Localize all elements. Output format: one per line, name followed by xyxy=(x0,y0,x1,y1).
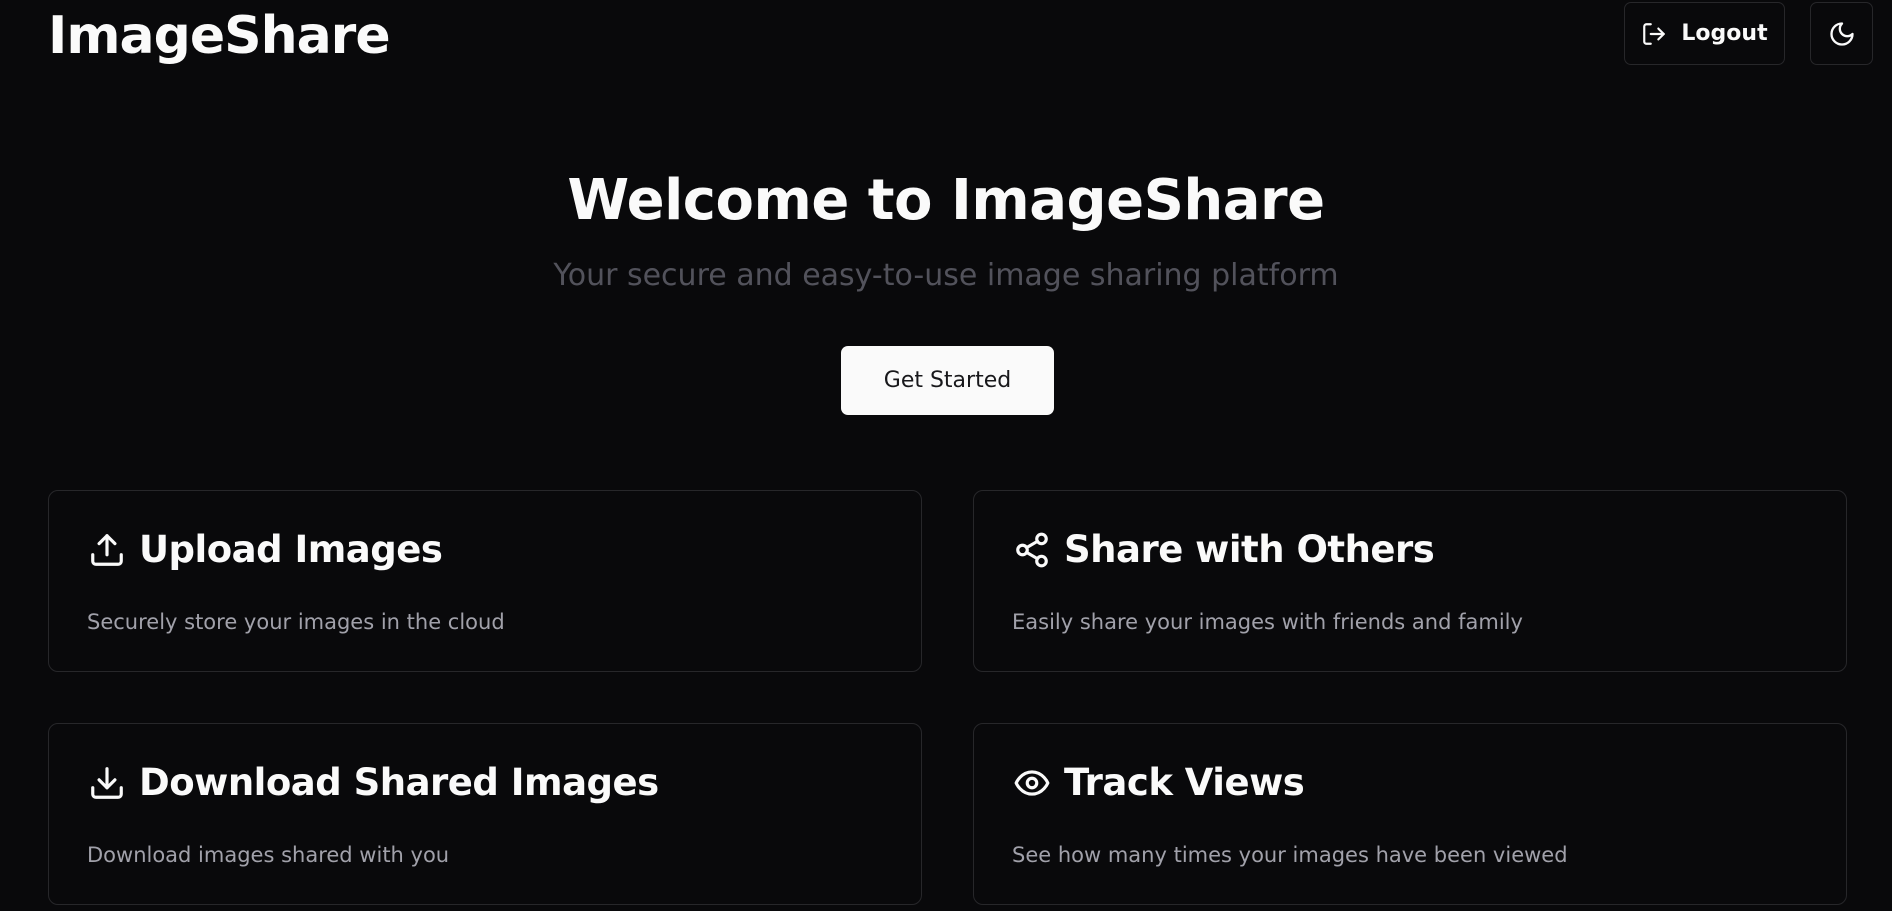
feature-card-download: Download Shared Images Download images s… xyxy=(48,723,922,905)
feature-card-header: Track Views xyxy=(1012,760,1305,806)
feature-description: Easily share your images with friends an… xyxy=(1012,610,1523,634)
feature-card-share: Share with Others Easily share your imag… xyxy=(973,490,1847,672)
brand-logo[interactable]: ImageShare xyxy=(48,6,391,66)
feature-description: Download images shared with you xyxy=(87,843,450,867)
eye-icon xyxy=(1012,763,1052,803)
share-icon xyxy=(1012,530,1052,570)
feature-card-header: Download Shared Images xyxy=(87,760,659,806)
download-icon xyxy=(87,763,127,803)
feature-description: See how many times your images have been… xyxy=(1012,843,1568,867)
feature-card-track-views: Track Views See how many times your imag… xyxy=(973,723,1847,905)
get-started-button[interactable]: Get Started xyxy=(841,346,1054,415)
hero-subtitle: Your secure and easy-to-use image sharin… xyxy=(553,258,1339,293)
logout-label: Logout xyxy=(1681,21,1768,46)
page: ImageShare Logout Welcome to ImageShare … xyxy=(0,0,1892,911)
feature-title: Share with Others xyxy=(1064,528,1435,571)
feature-card-header: Share with Others xyxy=(1012,527,1435,573)
theme-toggle-button[interactable] xyxy=(1810,2,1873,65)
upload-icon xyxy=(87,530,127,570)
logout-button[interactable]: Logout xyxy=(1624,2,1785,65)
feature-description: Securely store your images in the cloud xyxy=(87,610,505,634)
hero-title: Welcome to ImageShare xyxy=(567,168,1325,233)
feature-title: Track Views xyxy=(1064,761,1305,804)
feature-card-upload: Upload Images Securely store your images… xyxy=(48,490,922,672)
feature-title: Upload Images xyxy=(139,528,443,571)
moon-icon xyxy=(1828,20,1856,48)
log-out-icon xyxy=(1641,21,1667,47)
feature-card-header: Upload Images xyxy=(87,527,443,573)
feature-title: Download Shared Images xyxy=(139,761,659,804)
